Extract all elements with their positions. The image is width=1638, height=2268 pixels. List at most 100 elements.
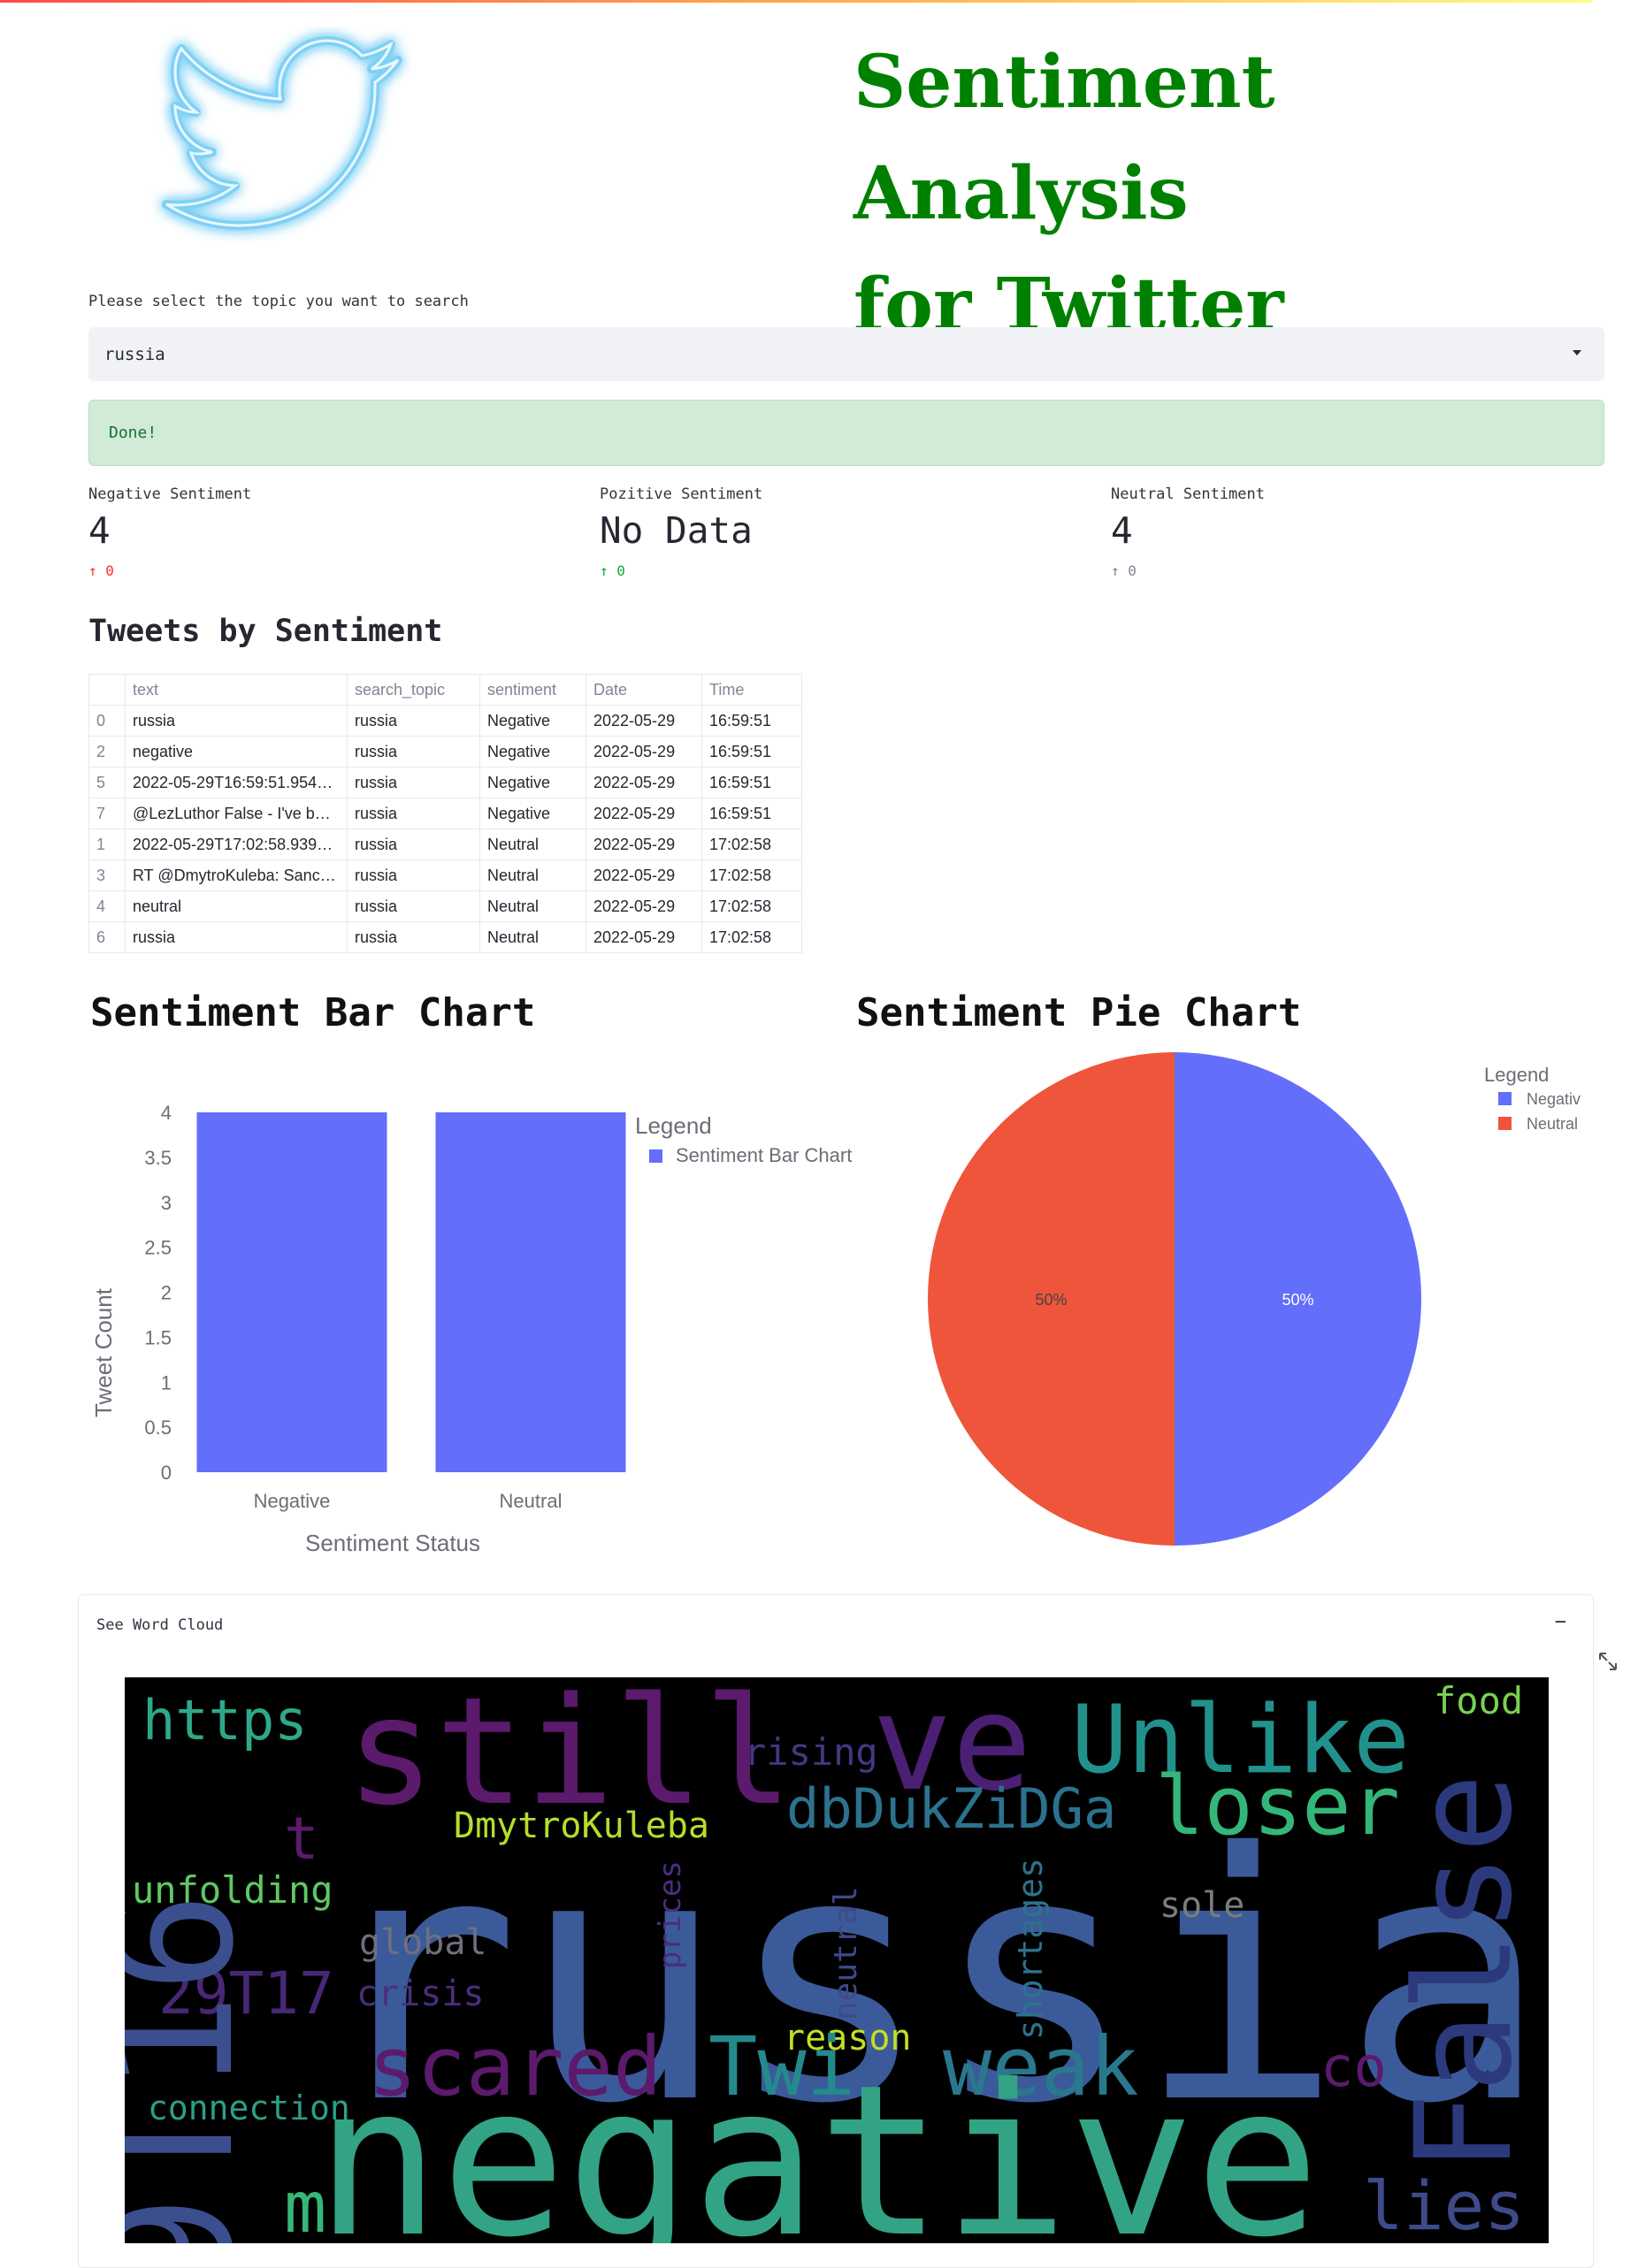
table-cell[interactable]: russia: [347, 736, 480, 767]
table-cell[interactable]: 17:02:58: [701, 890, 802, 922]
table-cell[interactable]: 2022-05-29T17:02:58.939…: [125, 829, 348, 860]
table-cell[interactable]: Neutral: [479, 890, 586, 922]
column-header[interactable]: sentiment: [479, 674, 586, 706]
legend-label[interactable]: Sentiment Bar Chart: [676, 1144, 852, 1166]
legend-label[interactable]: Neutral: [1527, 1115, 1578, 1133]
table-cell[interactable]: 17:02:58: [701, 921, 802, 953]
row-index[interactable]: 5: [88, 767, 126, 798]
table-row[interactable]: 6 russia russia Neutral 2022-05-29 17:02:58: [88, 921, 802, 953]
table-cell[interactable]: russia: [347, 859, 480, 891]
row-index[interactable]: 0: [88, 705, 126, 737]
table-cell[interactable]: 16:59:51: [701, 798, 802, 829]
success-alert-text: Done!: [109, 424, 157, 442]
column-header[interactable]: Time: [701, 674, 802, 706]
table-cell[interactable]: 17:02:58: [701, 829, 802, 860]
metric-delta-value: 0: [616, 562, 625, 579]
wordcloud-word: shortages: [1011, 1858, 1050, 2040]
metric-value: No Data: [600, 509, 753, 552]
bar-neutral[interactable]: [435, 1112, 626, 1472]
table-cell[interactable]: 2022-05-29T16:59:51.954…: [125, 767, 348, 798]
row-index[interactable]: 2: [88, 736, 126, 767]
bar-chart[interactable]: 0 0.5 1 1.5 2 2.5 3 3.5 4 Negative Neutral Sentim…: [80, 1096, 876, 1574]
topic-select[interactable]: russia: [88, 327, 1604, 381]
topic-select-value: russia: [104, 345, 165, 364]
wordcloud-word: crisis: [356, 1974, 485, 2014]
row-index[interactable]: 6: [88, 921, 126, 953]
table-cell[interactable]: russia: [347, 767, 480, 798]
wordcloud-image: https still ve Unlike food rising loser …: [125, 1677, 1549, 2243]
table-cell[interactable]: russia: [347, 829, 480, 860]
legend-title: Legend: [1484, 1064, 1549, 1086]
table-row[interactable]: 0 russia russia Negative 2022-05-29 16:59:51: [88, 705, 802, 737]
table-cell[interactable]: Neutral: [479, 859, 586, 891]
table-row[interactable]: 7 @LezLuthor False - I've b… russia Negativ…: [88, 798, 802, 829]
y-tick-label: 1.5: [144, 1326, 172, 1348]
row-index[interactable]: 7: [88, 798, 126, 829]
legend-swatch[interactable]: [649, 1149, 662, 1163]
y-tick-label: 2: [161, 1282, 172, 1304]
column-header[interactable]: search_topic: [347, 674, 480, 706]
table-cell[interactable]: neutral: [125, 890, 348, 922]
metric-label: Pozitive Sentiment: [600, 485, 763, 503]
table-cell[interactable]: russia: [347, 798, 480, 829]
table-cell[interactable]: Neutral: [479, 829, 586, 860]
table-cell[interactable]: 2022-05-29: [586, 705, 702, 737]
table-cell[interactable]: Negative: [479, 705, 586, 737]
expand-arrows-icon[interactable]: [1597, 1651, 1619, 1672]
y-tick-label: 0: [161, 1462, 172, 1484]
table-cell[interactable]: 2022-05-29: [586, 798, 702, 829]
y-axis-label: Tweet Count: [90, 1287, 117, 1417]
table-row[interactable]: 2 negative russia Negative 2022-05-29 16:59:5…: [88, 736, 802, 767]
wordcloud-word: food: [1434, 1679, 1524, 1722]
table-cell[interactable]: russia: [347, 705, 480, 737]
row-index[interactable]: 4: [88, 890, 126, 922]
pie-chart[interactable]: 50% 50% Legend Negativ Neutral: [920, 1052, 1610, 1583]
table-cell[interactable]: 16:59:51: [701, 767, 802, 798]
chevron-down-icon[interactable]: [1573, 350, 1581, 355]
legend-swatch[interactable]: [1498, 1092, 1512, 1105]
table-row[interactable]: 1 2022-05-29T17:02:58.939… russia Neutral 20…: [88, 829, 802, 860]
tweets-table[interactable]: text search_topic sentiment Date Time 0r…: [88, 674, 802, 953]
table-cell[interactable]: 2022-05-29: [586, 829, 702, 860]
table-cell[interactable]: 2022-05-29: [586, 767, 702, 798]
wordcloud-word: neutral: [828, 1886, 864, 2020]
table-cell[interactable]: Negative: [479, 767, 586, 798]
expander-label[interactable]: See Word Cloud: [96, 1616, 223, 1634]
page-title-line1: Sentiment Analysis: [853, 40, 1275, 236]
collapse-icon[interactable]: −: [1555, 1611, 1566, 1633]
table-cell[interactable]: 17:02:58: [701, 859, 802, 891]
table-row[interactable]: 5 2022-05-29T16:59:51.954… russia Negative 2…: [88, 767, 802, 798]
table-cell[interactable]: negative: [125, 736, 348, 767]
pie-percent-label: 50%: [1282, 1291, 1313, 1309]
table-cell[interactable]: 2022-05-29: [586, 859, 702, 891]
row-index[interactable]: 1: [88, 829, 126, 860]
table-cell[interactable]: 2022-05-29: [586, 921, 702, 953]
table-cell[interactable]: 2022-05-29: [586, 890, 702, 922]
legend-swatch[interactable]: [1498, 1117, 1512, 1130]
table-cell[interactable]: 16:59:51: [701, 705, 802, 737]
table-cell[interactable]: russia: [125, 705, 348, 737]
legend-label[interactable]: Negativ: [1527, 1090, 1581, 1108]
table-cell[interactable]: russia: [347, 890, 480, 922]
table-row[interactable]: 3 RT @DmytroKuleba: Sanc… russia Neutral 202…: [88, 859, 802, 891]
column-header[interactable]: [88, 674, 126, 706]
table-cell[interactable]: russia: [125, 921, 348, 953]
y-tick-label: 0.5: [144, 1417, 172, 1439]
table-cell[interactable]: russia: [347, 921, 480, 953]
table-cell[interactable]: Negative: [479, 798, 586, 829]
row-index[interactable]: 3: [88, 859, 126, 891]
table-cell[interactable]: Negative: [479, 736, 586, 767]
table-cell[interactable]: Neutral: [479, 921, 586, 953]
table-header-row: text search_topic sentiment Date Time: [88, 674, 802, 706]
table-cell[interactable]: RT @DmytroKuleba: Sanc…: [125, 859, 348, 891]
table-row[interactable]: 4 neutral russia Neutral 2022-05-29 17:02:58: [88, 890, 802, 922]
column-header[interactable]: Date: [586, 674, 702, 706]
bar-negative[interactable]: [196, 1112, 387, 1472]
table-cell[interactable]: 16:59:51: [701, 736, 802, 767]
table-cell[interactable]: @LezLuthor False - I've b…: [125, 798, 348, 829]
x-axis-label: Sentiment Status: [305, 1530, 480, 1556]
metric-delta: ↑ 0: [1111, 562, 1137, 579]
y-tick-label: 2.5: [144, 1237, 172, 1259]
table-cell[interactable]: 2022-05-29: [586, 736, 702, 767]
column-header[interactable]: text: [125, 674, 348, 706]
